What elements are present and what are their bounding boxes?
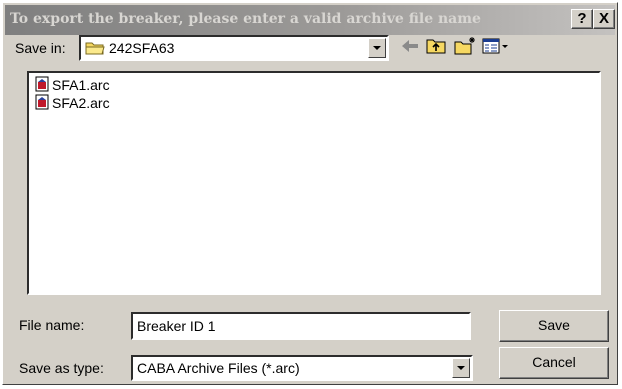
file-item[interactable]: SFA1.arc	[35, 76, 110, 94]
save-in-dropdown-button[interactable]	[368, 38, 386, 58]
save-in-dropdown[interactable]: 242SFA63	[79, 35, 389, 61]
cancel-button[interactable]: Cancel	[499, 347, 609, 379]
save-dialog: To export the breaker, please enter a va…	[2, 2, 618, 385]
close-button[interactable]: X	[593, 9, 615, 29]
save-as-type-label: Save as type:	[19, 360, 104, 376]
window-title: To export the breaker, please enter a va…	[10, 11, 481, 27]
new-folder-icon[interactable]	[453, 36, 477, 59]
file-name-label: File name:	[19, 317, 85, 333]
file-name-input[interactable]	[135, 316, 471, 336]
save-as-type-dropdown[interactable]: CABA Archive Files (*.arc)	[131, 355, 473, 381]
save-as-type-value: CABA Archive Files (*.arc)	[137, 360, 300, 376]
file-list[interactable]: SFA1.arc SFA2.arc	[27, 71, 601, 295]
save-button[interactable]: Save	[499, 310, 609, 342]
save-as-type-dropdown-button[interactable]	[452, 358, 470, 378]
file-name-field[interactable]	[131, 312, 471, 340]
file-name-text: SFA2.arc	[52, 95, 110, 111]
back-arrow-icon[interactable]	[399, 36, 421, 59]
view-menu-icon[interactable]	[481, 36, 511, 59]
file-item[interactable]: SFA2.arc	[35, 94, 110, 112]
folder-icon	[85, 40, 105, 59]
save-in-label: Save in:	[15, 40, 66, 56]
archive-file-icon	[35, 76, 49, 95]
help-button[interactable]: ?	[571, 9, 593, 29]
title-bar[interactable]: To export the breaker, please enter a va…	[5, 5, 615, 35]
archive-file-icon	[35, 94, 49, 113]
file-name-text: SFA1.arc	[52, 77, 110, 93]
up-folder-icon[interactable]	[425, 36, 447, 59]
save-in-value: 242SFA63	[109, 40, 175, 56]
